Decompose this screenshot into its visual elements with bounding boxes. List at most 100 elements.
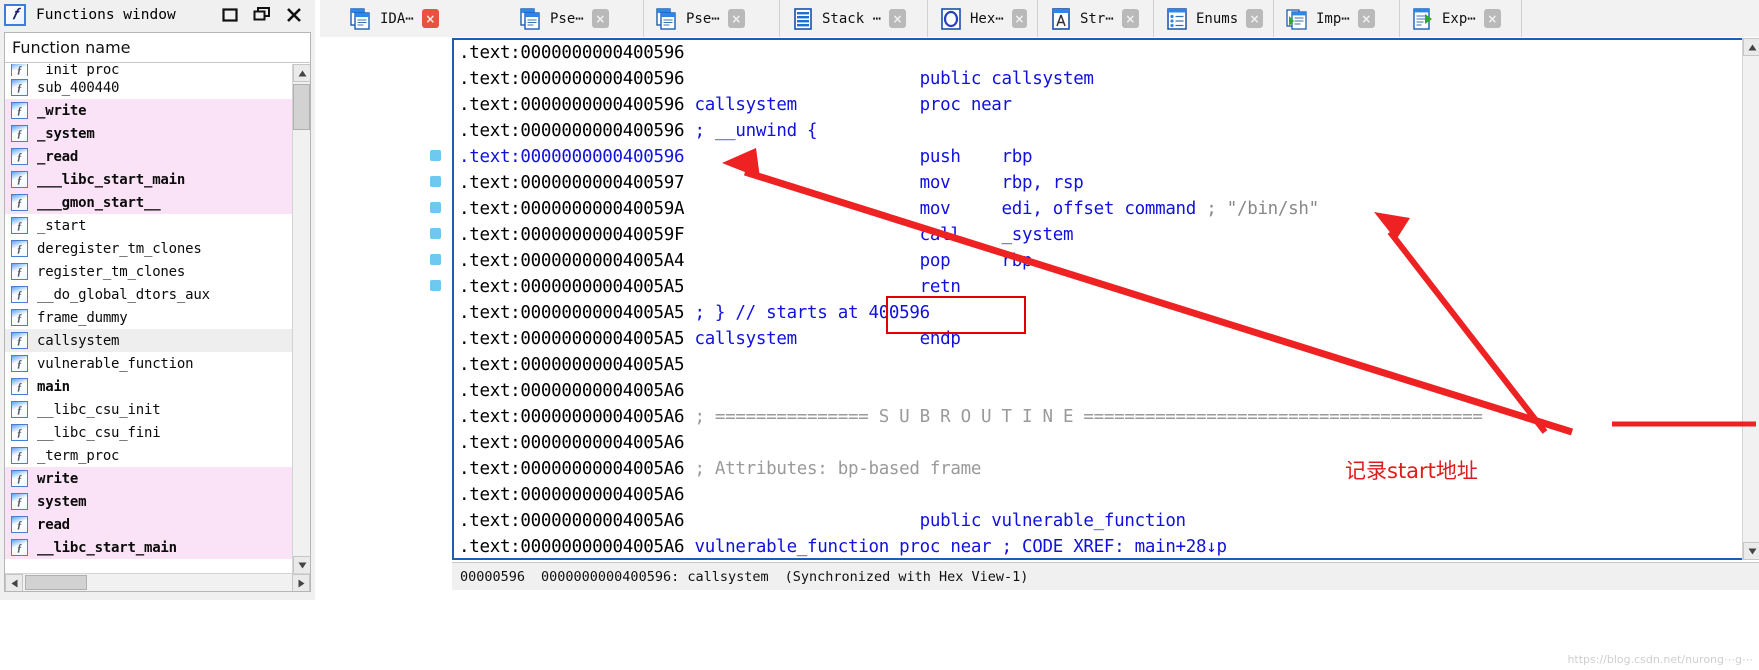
breakpoint-marker-icon[interactable] (430, 150, 441, 161)
function-list-item[interactable]: ƒ sub_400440 (5, 76, 293, 99)
scroll-up-arrow-icon[interactable] (293, 64, 310, 82)
breakpoint-marker-icon[interactable] (430, 202, 441, 213)
function-list-item[interactable]: ƒ read (5, 513, 293, 536)
tab-5[interactable]: Str⋯ × (1038, 0, 1154, 37)
function-entry-icon: ƒ (11, 332, 28, 349)
function-name-column-header[interactable]: Function name (5, 33, 310, 63)
line-spacer (930, 303, 940, 323)
function-entry-icon: ƒ (11, 378, 28, 395)
disassembly-line[interactable]: .text:00000000004005A5 retn (454, 274, 1742, 300)
ida-view-disassembly[interactable]: .text:0000000000400596 .text:00000000004… (452, 38, 1742, 560)
function-entry-icon: ƒ (11, 401, 28, 418)
disassembly-line[interactable]: .text:00000000004005A6 ; Attributes: bp-… (454, 456, 1742, 482)
function-list-hscroll-thumb[interactable] (25, 575, 87, 590)
disasm-scroll-up-arrow-icon[interactable] (1743, 38, 1759, 56)
disassembly-line[interactable]: .text:00000000004005A6 (454, 378, 1742, 404)
tab-close-icon[interactable]: × (591, 9, 609, 28)
line-label-or-comment: ; Attributes: bp-based frame (694, 459, 982, 479)
disassembly-line[interactable]: .text:00000000004005A6 public vulnerable… (454, 508, 1742, 534)
tab-0[interactable]: IDA⋯ × (338, 0, 466, 37)
disassembly-line[interactable]: .text:00000000004005A6 vulnerable_functi… (454, 534, 1742, 558)
function-list-scroll-thumb[interactable] (293, 84, 310, 130)
function-list-item[interactable]: ƒ __libc_start_main (5, 536, 293, 559)
function-entry-icon: ƒ (11, 309, 28, 326)
function-list-item-label: frame_dummy (37, 309, 128, 326)
disassembly-line[interactable]: .text:00000000004005A5 (454, 352, 1742, 378)
function-list-item[interactable]: ƒ ___libc_start_main (5, 168, 293, 191)
disassembly-line[interactable]: .text:00000000004005A5 callsystem endp (454, 326, 1742, 352)
function-list-item[interactable]: ƒ __do_global_dtors_aux (5, 283, 293, 306)
tab-3[interactable]: Stack ⋯ × (780, 0, 928, 37)
disassembly-line[interactable]: .text:0000000000400596 push rbp (454, 144, 1742, 170)
function-list-item[interactable]: ƒ main (5, 375, 293, 398)
disassembly-line[interactable]: .text:00000000004005A5 ; } // starts at … (454, 300, 1742, 326)
tab-1[interactable]: Pse⋯ × (508, 0, 644, 37)
function-list[interactable]: ƒ _init_proc ƒ sub_400440 ƒ _write ƒ _system ƒ _r… (5, 64, 293, 574)
breakpoint-marker-icon[interactable] (430, 176, 441, 187)
function-list-item[interactable]: ƒ _start (5, 214, 293, 237)
tab-close-icon[interactable]: × (1121, 9, 1139, 28)
disassembly-line[interactable]: .text:000000000040059F call _system (454, 222, 1742, 248)
tab-close-icon[interactable]: × (727, 9, 745, 28)
breakpoint-marker-icon[interactable] (430, 228, 441, 239)
disassembly-line[interactable]: .text:000000000040059A mov edi, offset c… (454, 196, 1742, 222)
disassembly-vertical-scrollbar[interactable] (1742, 38, 1759, 560)
disassembly-line[interactable]: .text:00000000004005A6 (454, 430, 1742, 456)
tab-8[interactable]: Exp⋯ × (1400, 0, 1522, 37)
disassembly-line[interactable]: .text:0000000000400596 ; __unwind { (454, 118, 1742, 144)
imports-icon (1286, 8, 1308, 30)
disassembly-line[interactable]: .text:0000000000400597 mov rbp, rsp (454, 170, 1742, 196)
strings-icon (1050, 7, 1072, 30)
function-list-item[interactable]: ƒ vulnerable_function (5, 352, 293, 375)
breakpoint-marker-icon[interactable] (430, 254, 441, 265)
function-list-horizontal-scrollbar[interactable] (5, 573, 310, 591)
function-list-item[interactable]: ƒ register_tm_clones (5, 260, 293, 283)
tab-close-icon[interactable]: × (889, 9, 907, 28)
function-list-item[interactable]: ƒ _system (5, 122, 293, 145)
tab-close-icon[interactable]: × (1246, 9, 1263, 28)
tab-6[interactable]: Enums × (1154, 0, 1274, 37)
watermark: https://blog.csdn.net/nurong⋯g⋯ (1567, 653, 1753, 666)
tab-close-icon[interactable]: × (1011, 9, 1027, 28)
tab-2[interactable]: Pse⋯ × (644, 0, 780, 37)
hex-view-icon (940, 7, 962, 30)
function-list-item[interactable]: ƒ system (5, 490, 293, 513)
function-list-item[interactable]: ƒ _term_proc (5, 444, 293, 467)
tab-close-icon[interactable]: × (421, 9, 439, 28)
scroll-down-arrow-icon[interactable] (293, 556, 310, 574)
function-entry-icon: ƒ (11, 64, 28, 76)
function-list-item-label: _read (37, 148, 79, 165)
tab-7[interactable]: Imp⋯ × (1274, 0, 1400, 37)
line-instruction: ; CODE XREF: main+28↓p (1001, 537, 1228, 557)
close-button[interactable] (285, 6, 303, 24)
disassembly-line[interactable]: .text:00000000004005A6 (454, 482, 1742, 508)
function-list-item[interactable]: ƒ _read (5, 145, 293, 168)
scroll-left-arrow-icon[interactable] (5, 574, 23, 591)
breakpoint-marker-icon[interactable] (430, 280, 441, 291)
function-list-item-label: system (37, 493, 87, 510)
function-list-item[interactable]: ƒ _init_proc (5, 64, 293, 76)
restore-button[interactable] (253, 6, 271, 24)
function-list-item[interactable]: ƒ _write (5, 99, 293, 122)
disassembly-line[interactable]: .text:0000000000400596 (454, 40, 1742, 66)
tab-4[interactable]: Hex⋯ × (928, 0, 1038, 37)
disasm-scroll-down-arrow-icon[interactable] (1743, 542, 1759, 560)
function-list-item[interactable]: ƒ __libc_csu_init (5, 398, 293, 421)
function-list-item[interactable]: ƒ frame_dummy (5, 306, 293, 329)
disassembly-line[interactable]: .text:00000000004005A6 ; ===============… (454, 404, 1742, 430)
tab-close-icon[interactable]: × (1483, 9, 1501, 28)
function-list-item[interactable]: ƒ __libc_csu_fini (5, 421, 293, 444)
function-list-vertical-scrollbar[interactable] (292, 64, 310, 574)
function-list-item[interactable]: ƒ deregister_tm_clones (5, 237, 293, 260)
line-address: .text:00000000004005A5 (459, 355, 685, 375)
function-list-item[interactable]: ƒ write (5, 467, 293, 490)
disassembly-line[interactable]: .text:0000000000400596 callsystem proc n… (454, 92, 1742, 118)
function-list-item[interactable]: ƒ callsystem (5, 329, 293, 352)
function-list-item[interactable]: ƒ ___gmon_start__ (5, 191, 293, 214)
tab-close-icon[interactable]: × (1357, 9, 1375, 28)
line-spacer (694, 485, 919, 505)
maximize-button[interactable] (221, 6, 239, 24)
scroll-right-arrow-icon[interactable] (292, 574, 310, 591)
disassembly-line[interactable]: .text:00000000004005A4 pop rbp (454, 248, 1742, 274)
disassembly-line[interactable]: .text:0000000000400596 public callsystem (454, 66, 1742, 92)
